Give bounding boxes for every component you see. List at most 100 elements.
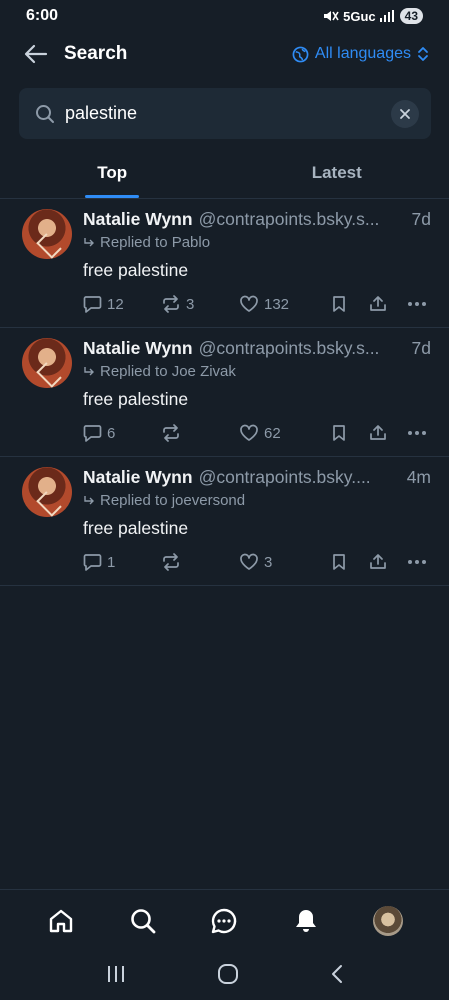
bookmark-button[interactable] bbox=[331, 424, 369, 442]
search-icon bbox=[36, 104, 54, 123]
reply-context[interactable]: Replied to Pablo bbox=[83, 234, 431, 251]
post-text: free palestine bbox=[83, 260, 189, 280]
repost-icon bbox=[163, 424, 179, 442]
nav-profile[interactable] bbox=[368, 901, 408, 941]
repost-count: 3 bbox=[186, 295, 195, 313]
bookmark-button[interactable] bbox=[331, 295, 369, 313]
home-icon bbox=[49, 909, 73, 933]
share-button[interactable] bbox=[369, 424, 407, 442]
reply-arrow-icon bbox=[84, 237, 94, 246]
post-item[interactable]: Natalie Wynn @contrapoints.bsky.... 4m R… bbox=[0, 457, 449, 586]
post-text: free palestine bbox=[83, 389, 189, 409]
ellipsis-icon bbox=[408, 431, 426, 435]
post-header: Natalie Wynn @contrapoints.bsky.s... 7d bbox=[83, 209, 431, 230]
more-options-button[interactable] bbox=[407, 430, 427, 436]
reply-context-text: Replied to Pablo bbox=[100, 234, 211, 251]
back-system-button[interactable] bbox=[330, 964, 344, 989]
recent-apps-button[interactable] bbox=[106, 965, 126, 988]
reply-context-text: Replied to Joe Zivak bbox=[100, 363, 236, 380]
share-button[interactable] bbox=[369, 553, 407, 571]
page-title: Search bbox=[64, 43, 128, 64]
clear-search-button[interactable] bbox=[391, 99, 419, 128]
like-button[interactable]: 132 bbox=[239, 295, 331, 313]
more-options-button[interactable] bbox=[407, 559, 427, 565]
post-body: Natalie Wynn @contrapoints.bsky.s... 7d … bbox=[83, 209, 431, 327]
author-handle[interactable]: @contrapoints.bsky.s... bbox=[199, 209, 404, 230]
chevron-up-down-icon bbox=[418, 47, 428, 61]
chat-bubble-icon bbox=[212, 908, 237, 934]
language-label: All languages bbox=[314, 45, 411, 62]
status-time: 6:00 bbox=[26, 7, 59, 24]
post-header: Natalie Wynn @contrapoints.bsky.s... 7d bbox=[83, 338, 431, 359]
bookmark-icon bbox=[333, 296, 345, 312]
search-input[interactable] bbox=[65, 103, 391, 124]
tab-top-label: Top bbox=[97, 163, 128, 182]
like-button[interactable]: 62 bbox=[239, 424, 331, 442]
status-bar: 6:00 5Guc 43 bbox=[0, 0, 449, 32]
nav-home[interactable] bbox=[41, 901, 81, 941]
reply-context-text: Replied to joeversond bbox=[100, 492, 246, 509]
share-button[interactable] bbox=[369, 295, 407, 313]
reply-button[interactable]: 12 bbox=[83, 295, 161, 313]
back-button[interactable] bbox=[20, 38, 52, 70]
search-tabs: Top Latest bbox=[0, 148, 449, 199]
author-handle[interactable]: @contrapoints.bsky.s... bbox=[199, 338, 404, 359]
share-icon bbox=[370, 425, 386, 440]
like-count: 62 bbox=[264, 424, 281, 442]
bottom-navigation bbox=[0, 889, 449, 952]
repost-button[interactable]: 3 bbox=[161, 295, 239, 313]
home-system-button[interactable] bbox=[217, 963, 239, 990]
more-options-button[interactable] bbox=[407, 301, 427, 307]
repost-button[interactable] bbox=[161, 553, 239, 571]
comment-icon bbox=[83, 296, 102, 313]
author-avatar[interactable] bbox=[22, 467, 72, 517]
reply-count: 6 bbox=[107, 424, 116, 442]
search-results-feed: Natalie Wynn @contrapoints.bsky.s... 7d … bbox=[0, 199, 449, 586]
post-body: Natalie Wynn @contrapoints.bsky.... 4m R… bbox=[83, 467, 431, 585]
reply-context[interactable]: Replied to joeversond bbox=[83, 492, 431, 509]
repost-icon bbox=[163, 553, 179, 571]
language-selector-button[interactable]: All languages bbox=[292, 45, 429, 63]
author-avatar[interactable] bbox=[22, 338, 72, 388]
heart-icon bbox=[240, 295, 258, 312]
chevron-left-icon bbox=[331, 964, 342, 983]
home-circle-icon bbox=[217, 963, 238, 984]
post-text: free palestine bbox=[83, 518, 189, 538]
reply-count: 12 bbox=[107, 295, 124, 313]
post-item[interactable]: Natalie Wynn @contrapoints.bsky.s... 7d … bbox=[0, 199, 449, 328]
nav-notifications[interactable] bbox=[286, 901, 326, 941]
like-button[interactable]: 3 bbox=[239, 553, 331, 571]
reply-context[interactable]: Replied to Joe Zivak bbox=[83, 363, 431, 380]
bookmark-icon bbox=[333, 554, 345, 570]
reply-arrow-icon bbox=[84, 366, 94, 375]
status-indicators: 5Guc 43 bbox=[323, 8, 423, 24]
tab-top[interactable]: Top bbox=[0, 148, 225, 198]
reply-button[interactable]: 1 bbox=[83, 553, 161, 571]
repost-icon bbox=[163, 295, 179, 313]
tab-latest[interactable]: Latest bbox=[225, 148, 449, 198]
author-handle[interactable]: @contrapoints.bsky.... bbox=[199, 467, 399, 488]
bookmark-button[interactable] bbox=[331, 553, 369, 571]
network-label: 5Guc bbox=[343, 8, 376, 24]
search-header: Search All languages bbox=[0, 32, 449, 76]
author-avatar[interactable] bbox=[22, 209, 72, 259]
ellipsis-icon bbox=[408, 302, 426, 306]
ellipsis-icon bbox=[408, 560, 426, 564]
repost-button[interactable] bbox=[161, 424, 239, 442]
comment-icon bbox=[83, 554, 102, 571]
post-item[interactable]: Natalie Wynn @contrapoints.bsky.s... 7d … bbox=[0, 328, 449, 457]
author-name[interactable]: Natalie Wynn bbox=[83, 338, 193, 359]
post-header: Natalie Wynn @contrapoints.bsky.... 4m bbox=[83, 467, 431, 488]
signal-icon bbox=[379, 10, 394, 22]
nav-search[interactable] bbox=[123, 901, 163, 941]
system-navigation bbox=[0, 952, 449, 1000]
search-box bbox=[19, 88, 431, 139]
reply-button[interactable]: 6 bbox=[83, 424, 161, 442]
mute-icon bbox=[324, 11, 339, 21]
reply-arrow-icon bbox=[84, 495, 94, 504]
like-count: 132 bbox=[264, 295, 290, 313]
search-icon bbox=[130, 909, 156, 934]
author-name[interactable]: Natalie Wynn bbox=[83, 467, 193, 488]
author-name[interactable]: Natalie Wynn bbox=[83, 209, 193, 230]
nav-chat[interactable] bbox=[204, 901, 244, 941]
